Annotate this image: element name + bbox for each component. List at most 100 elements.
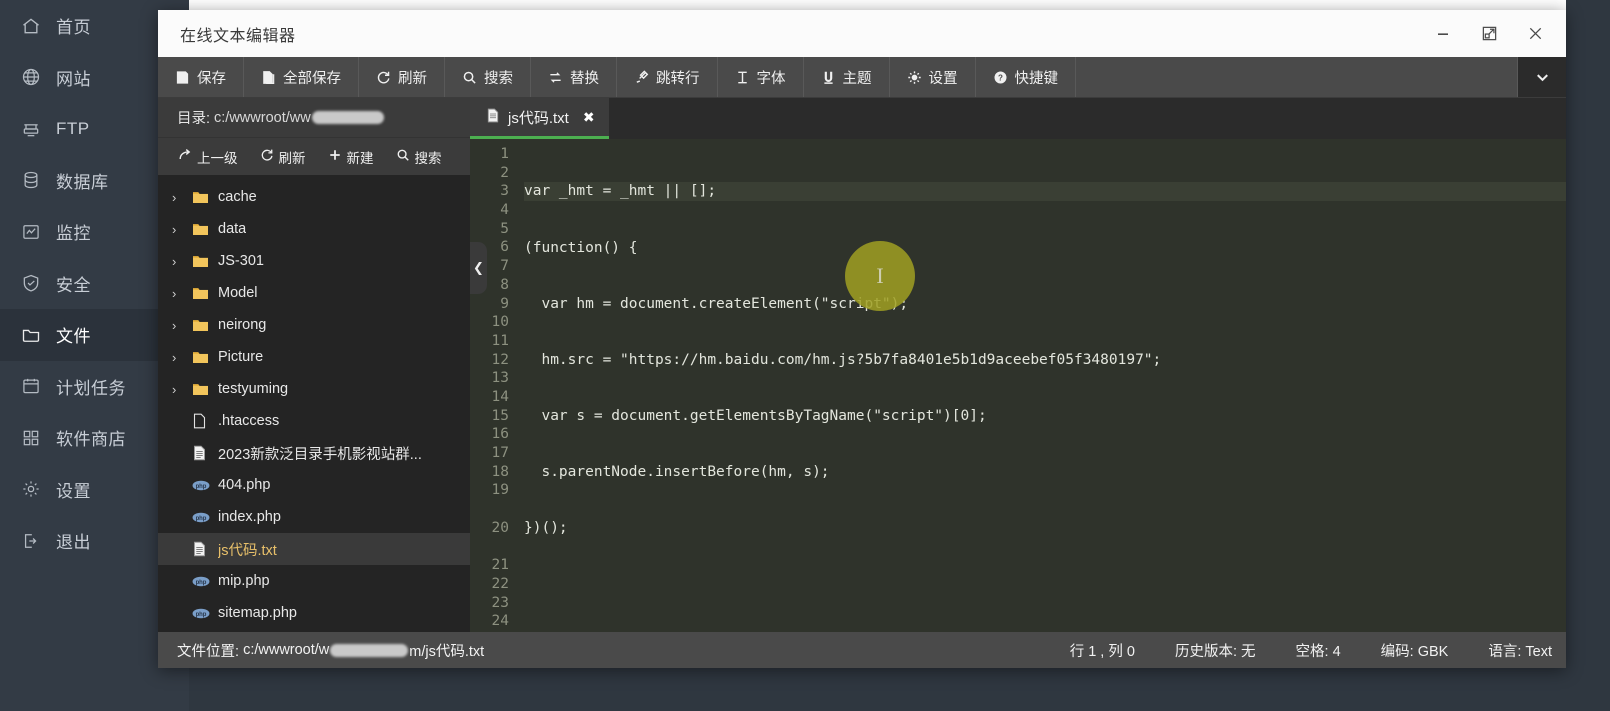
line-number: 21 — [470, 556, 509, 575]
list-item[interactable]: › JS-301 — [158, 245, 470, 277]
chevron-right-icon[interactable]: › — [172, 382, 192, 397]
home-icon — [18, 15, 44, 37]
tab-label: js代码.txt — [508, 107, 569, 128]
toolbar-refresh-button[interactable]: 刷新 — [359, 57, 445, 97]
list-item[interactable]: › Picture — [158, 341, 470, 373]
sidebar-item-label: 退出 — [56, 528, 91, 553]
chevron-right-icon[interactable]: › — [172, 222, 192, 237]
list-item[interactable]: › php index.php — [158, 501, 470, 533]
list-item[interactable]: › php 404.php — [158, 469, 470, 501]
line-number: 20 — [470, 519, 509, 538]
sidebar-item-label: 首页 — [56, 13, 91, 38]
chevron-right-icon[interactable]: › — [172, 318, 192, 333]
close-button[interactable] — [1512, 10, 1558, 57]
toolbar-goto-line-button[interactable]: 跳转行 — [617, 57, 718, 97]
file-tool-label: 搜索 — [415, 147, 442, 167]
file-name: js代码.txt — [218, 539, 277, 560]
file-location-prefix: c:/wwwroot/w — [243, 642, 329, 658]
list-item[interactable]: › .htaccess — [158, 405, 470, 437]
window-title: 在线文本编辑器 — [180, 22, 296, 46]
code-area[interactable]: 1 2 3 4 5 6 7 8 9 10 11 12 13 14 — [470, 139, 1566, 632]
refresh-directory-button[interactable]: 刷新 — [250, 138, 316, 176]
chevron-right-icon[interactable]: › — [172, 190, 192, 205]
line-number: 17 — [470, 444, 509, 463]
indent-spaces[interactable]: 空格: 4 — [1296, 640, 1341, 661]
file-name: mip.php — [218, 573, 270, 589]
list-item[interactable]: › php sitemap.php — [158, 597, 470, 629]
chevron-left-icon: ❮ — [473, 260, 484, 276]
folder-icon — [18, 324, 44, 346]
list-item[interactable]: › 2023新款泛目录手机影视站群... — [158, 437, 470, 469]
chevron-right-icon[interactable]: › — [172, 254, 192, 269]
list-item[interactable]: › cache — [158, 181, 470, 213]
toolbar-search-button[interactable]: 搜索 — [445, 57, 531, 97]
file-name: sitemap.php — [218, 605, 297, 621]
php-file-icon: php — [192, 607, 218, 620]
new-file-button[interactable]: 新建 — [318, 138, 384, 176]
close-icon[interactable]: ✖ — [583, 109, 595, 126]
toolbar-theme-button[interactable]: 主题 — [804, 57, 890, 97]
list-item[interactable]: › testyuming — [158, 373, 470, 405]
maximize-button[interactable] — [1466, 10, 1512, 57]
file-name: 2023新款泛目录手机影视站群... — [218, 443, 422, 464]
code-line: (function() { — [524, 239, 1566, 258]
toolbar-replace-button[interactable]: 替换 — [531, 57, 617, 97]
line-number: 19 — [470, 481, 509, 500]
folder-icon — [192, 254, 218, 269]
gear-icon — [18, 478, 44, 500]
code-line: hm.src = "https://hm.baidu.com/hm.js?5b7… — [524, 351, 1566, 370]
file-name: testyuming — [218, 381, 288, 397]
toolbar-button-label: 跳转行 — [656, 67, 700, 88]
toolbar-expand-button[interactable] — [1518, 57, 1566, 97]
toolbar-font-button[interactable]: 字体 — [718, 57, 804, 97]
folder-icon — [192, 222, 218, 237]
chevron-right-icon[interactable]: › — [172, 350, 192, 365]
encoding[interactable]: 编码: GBK — [1381, 640, 1449, 661]
save-icon — [175, 70, 190, 85]
file-plain-icon — [192, 413, 218, 429]
svg-text:php: php — [196, 515, 207, 521]
code-line: })(); — [524, 519, 1566, 538]
file-name: .htaccess — [218, 413, 279, 429]
line-number: 23 — [470, 594, 509, 613]
file-tool-label: 刷新 — [279, 147, 306, 167]
file-tool-label: 上一级 — [197, 147, 238, 167]
code-line: var hm = document.createElement("script"… — [524, 295, 1566, 314]
click-highlight: I — [845, 241, 915, 311]
line-number: 4 — [470, 201, 509, 220]
line-number: 15 — [470, 407, 509, 426]
chevron-right-icon[interactable]: › — [172, 286, 192, 301]
minimize-button[interactable] — [1420, 10, 1466, 57]
replace-icon — [548, 70, 563, 85]
directory-path: c:/wwwroot/ww — [214, 110, 311, 126]
toolbar-button-label: 替换 — [570, 67, 599, 88]
list-item-selected[interactable]: › js代码.txt — [158, 533, 470, 565]
line-number: 9 — [470, 295, 509, 314]
history-version[interactable]: 历史版本: 无 — [1175, 640, 1256, 661]
list-item[interactable]: › data — [158, 213, 470, 245]
toolbar-save-button[interactable]: 保存 — [158, 57, 244, 97]
list-item[interactable]: › neirong — [158, 309, 470, 341]
tab-js-code-txt[interactable]: js代码.txt ✖ — [470, 98, 609, 139]
line-number-gutter: 1 2 3 4 5 6 7 8 9 10 11 12 13 14 — [470, 139, 518, 632]
panel-collapse-handle[interactable]: ❮ — [470, 242, 487, 294]
toolbar-save-all-button[interactable]: 全部保存 — [244, 57, 359, 97]
toolbar-spacer — [1076, 57, 1518, 97]
theme-icon — [821, 70, 836, 85]
list-item[interactable]: › php mip.php — [158, 565, 470, 597]
file-list[interactable]: › cache › data › — [158, 175, 470, 632]
file-name: cache — [218, 189, 257, 205]
line-number: 2 — [470, 164, 509, 183]
toolbar-settings-button[interactable]: 设置 — [890, 57, 976, 97]
toolbar-button-label: 字体 — [757, 67, 786, 88]
code-lines[interactable]: var _hmt = _hmt || []; (function() { var… — [518, 139, 1566, 632]
toolbar-button-label: 快捷键 — [1015, 67, 1059, 88]
search-files-button[interactable]: 搜索 — [386, 138, 452, 176]
line-number: 24 — [470, 612, 509, 631]
window-body: 目录: c:/wwwroot/ww 上一级 刷新 — [158, 98, 1566, 632]
language[interactable]: 语言: Text — [1488, 640, 1552, 661]
toolbar-shortcuts-button[interactable]: ? 快捷键 — [976, 57, 1077, 97]
parent-directory-button[interactable]: 上一级 — [168, 138, 248, 176]
monitor-icon — [18, 221, 44, 243]
list-item[interactable]: › Model — [158, 277, 470, 309]
